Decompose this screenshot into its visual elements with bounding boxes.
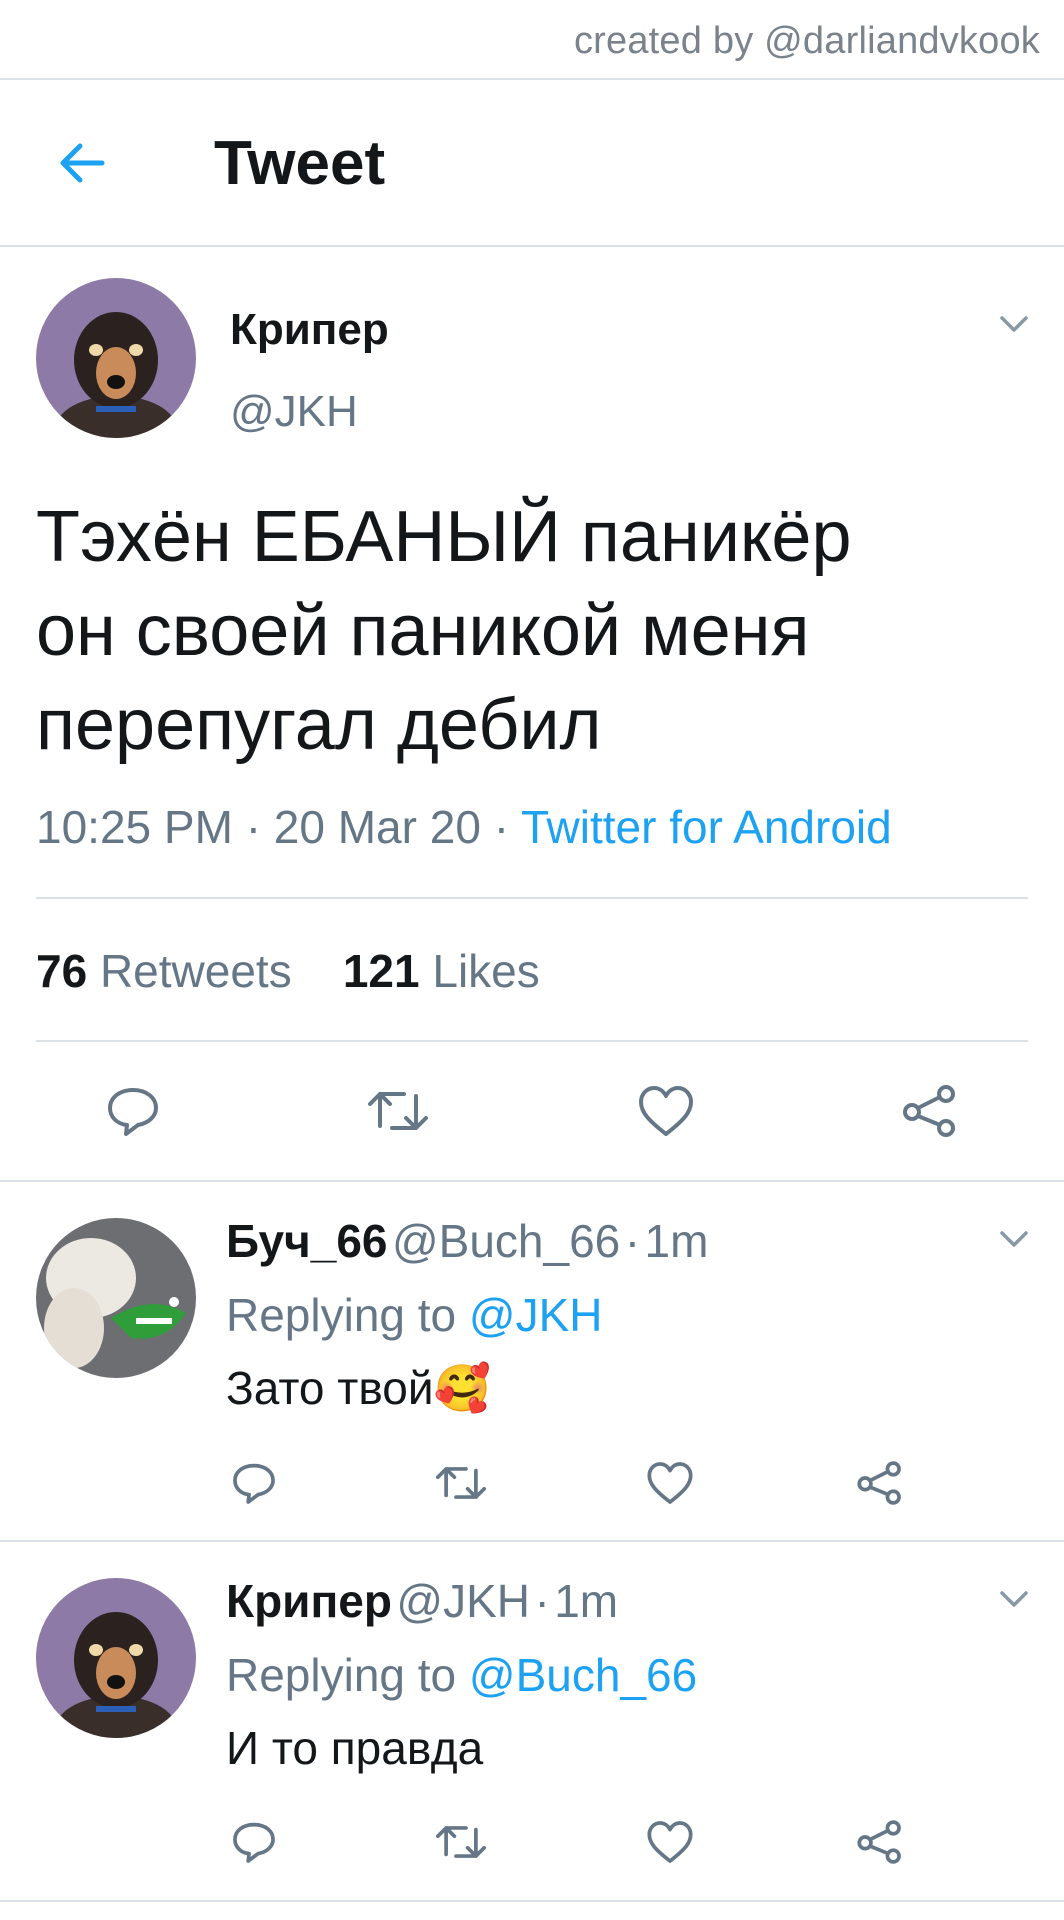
divider	[0, 1900, 1064, 1902]
like-icon[interactable]	[636, 1082, 696, 1140]
avatar[interactable]	[36, 1578, 196, 1738]
tweet-text-line: он своей паникой меня	[36, 591, 810, 671]
tweet-source-link[interactable]: Twitter for Android	[521, 801, 892, 853]
like-icon[interactable]	[645, 1459, 695, 1507]
chevron-down-icon[interactable]	[994, 1219, 1034, 1259]
chevron-down-icon[interactable]	[994, 304, 1034, 344]
reply-header: Крипер @JKH · 1m	[226, 1574, 618, 1628]
reply-icon[interactable]	[230, 1459, 278, 1507]
divider	[0, 1180, 1064, 1182]
divider	[36, 897, 1028, 899]
retweets-label: Retweets	[99, 945, 292, 997]
reply-text: Зато твой🥰	[226, 1362, 491, 1414]
tweet-text: Тэхён ЕБАНЫЙ паникёр он своей паникой ме…	[36, 490, 1026, 772]
likes-label: Likes	[432, 945, 540, 997]
separator: ·	[493, 801, 510, 853]
divider	[36, 1040, 1028, 1042]
divider	[0, 1540, 1064, 1542]
replying-to-link[interactable]: @Buch_66	[469, 1649, 697, 1701]
page-title: Tweet	[214, 129, 386, 198]
avatar[interactable]	[36, 1218, 196, 1378]
replying-to-link[interactable]: @JKH	[469, 1289, 603, 1341]
divider	[0, 245, 1064, 247]
chevron-down-icon[interactable]	[994, 1579, 1034, 1619]
retweet-icon[interactable]	[434, 1459, 488, 1507]
tweet-text-line: Тэхён ЕБАНЫЙ паникёр	[36, 497, 852, 577]
tweet-meta: 10:25 PM · 20 Mar 20 · Twitter for Andro…	[36, 800, 892, 854]
likes-count: 121	[342, 945, 420, 997]
divider	[0, 78, 1064, 80]
share-icon[interactable]	[855, 1818, 905, 1866]
replying-to: Replying to @Buch_66	[226, 1648, 697, 1702]
retweets-count: 76	[36, 945, 88, 997]
replying-to-label: Replying to	[226, 1289, 457, 1341]
reply-author-handle[interactable]: @JKH	[396, 1575, 530, 1627]
tweet-time: 10:25 PM	[36, 801, 233, 853]
retweet-icon[interactable]	[366, 1082, 430, 1140]
reply-author-handle[interactable]: @Buch_66	[392, 1215, 620, 1267]
retweets-stat[interactable]: 76 Retweets	[36, 945, 292, 997]
reply-text: И то правда	[226, 1722, 484, 1774]
reply-icon[interactable]	[104, 1082, 162, 1140]
replying-to-label: Replying to	[226, 1649, 457, 1701]
credit-watermark: created by @darliandvkook	[573, 20, 1040, 62]
separator: ·	[245, 801, 262, 853]
tweet-date: 20 Mar 20	[273, 801, 481, 853]
reply-author-name[interactable]: Буч_66	[226, 1215, 388, 1267]
retweet-icon[interactable]	[434, 1818, 488, 1866]
replying-to: Replying to @JKH	[226, 1288, 603, 1342]
separator: ·	[624, 1215, 641, 1267]
reply-icon[interactable]	[230, 1818, 278, 1866]
author-handle[interactable]: @JKH	[230, 387, 358, 437]
tweet-stats: 76 Retweets 121 Likes	[36, 944, 540, 998]
back-arrow-icon[interactable]	[56, 137, 108, 189]
reply-time: 1m	[554, 1575, 619, 1627]
reply-header: Буч_66 @Buch_66 · 1m	[226, 1214, 708, 1268]
like-icon[interactable]	[645, 1818, 695, 1866]
avatar[interactable]	[36, 278, 196, 438]
share-icon[interactable]	[855, 1459, 905, 1507]
separator: ·	[534, 1575, 550, 1627]
reply-author-name[interactable]: Крипер	[226, 1575, 392, 1627]
share-icon[interactable]	[900, 1082, 960, 1140]
tweet-text-line: перепугал дебил	[36, 685, 602, 765]
likes-stat[interactable]: 121 Likes	[343, 945, 540, 997]
author-name[interactable]: Крипер	[230, 305, 389, 355]
reply-time: 1m	[644, 1215, 709, 1267]
